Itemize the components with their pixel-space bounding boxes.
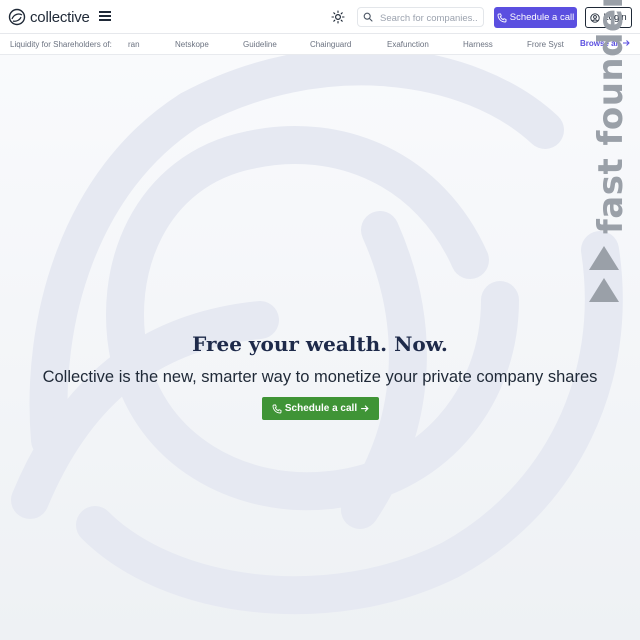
schedule-call-button[interactable]: Schedule a call [494, 7, 577, 28]
phone-icon [497, 13, 507, 22]
hero-cta-label: Schedule a call [284, 403, 358, 414]
play-triangles-icon [589, 246, 619, 270]
search-box [357, 7, 484, 27]
search-input[interactable] [378, 9, 482, 27]
ticker-item[interactable]: Chainguard [310, 40, 351, 49]
hero-subtitle: Collective is the new, smarter way to mo… [42, 368, 598, 386]
fast-founder-badge[interactable]: fast founder [585, 0, 631, 306]
brand-name: collective [30, 8, 90, 26]
schedule-call-label: Schedule a call [509, 12, 575, 23]
hero-title: Free your wealth. Now. [192, 332, 448, 356]
arrow-right-icon [361, 405, 369, 412]
phone-icon [272, 404, 282, 413]
ticker-item[interactable]: Harness [463, 40, 493, 49]
sun-icon[interactable] [331, 10, 345, 24]
background-logo-icon [11, 47, 623, 615]
ticker-label: Liquidity for Shareholders of: [10, 40, 112, 49]
collective-ring-logo-icon [8, 8, 26, 26]
hero-schedule-call-button[interactable]: Schedule a call [262, 397, 379, 420]
ticker-item[interactable]: Netskope [175, 40, 209, 49]
top-navbar: collective Schedule a call Login [0, 0, 640, 34]
hamburger-menu-icon[interactable] [99, 11, 111, 21]
ticker-item[interactable]: Exafunction [387, 40, 429, 49]
fast-founder-text: fast founder [591, 0, 631, 234]
ticker-item[interactable]: Frore Syst [527, 40, 564, 49]
company-ticker: Liquidity for Shareholders of: ran Netsk… [0, 34, 640, 55]
search-icon [363, 12, 373, 22]
brand-logo-link[interactable]: collective [8, 8, 90, 26]
play-triangles-icon [589, 278, 619, 302]
ticker-item[interactable]: Guideline [243, 40, 277, 49]
ticker-item[interactable]: ran [128, 40, 140, 49]
